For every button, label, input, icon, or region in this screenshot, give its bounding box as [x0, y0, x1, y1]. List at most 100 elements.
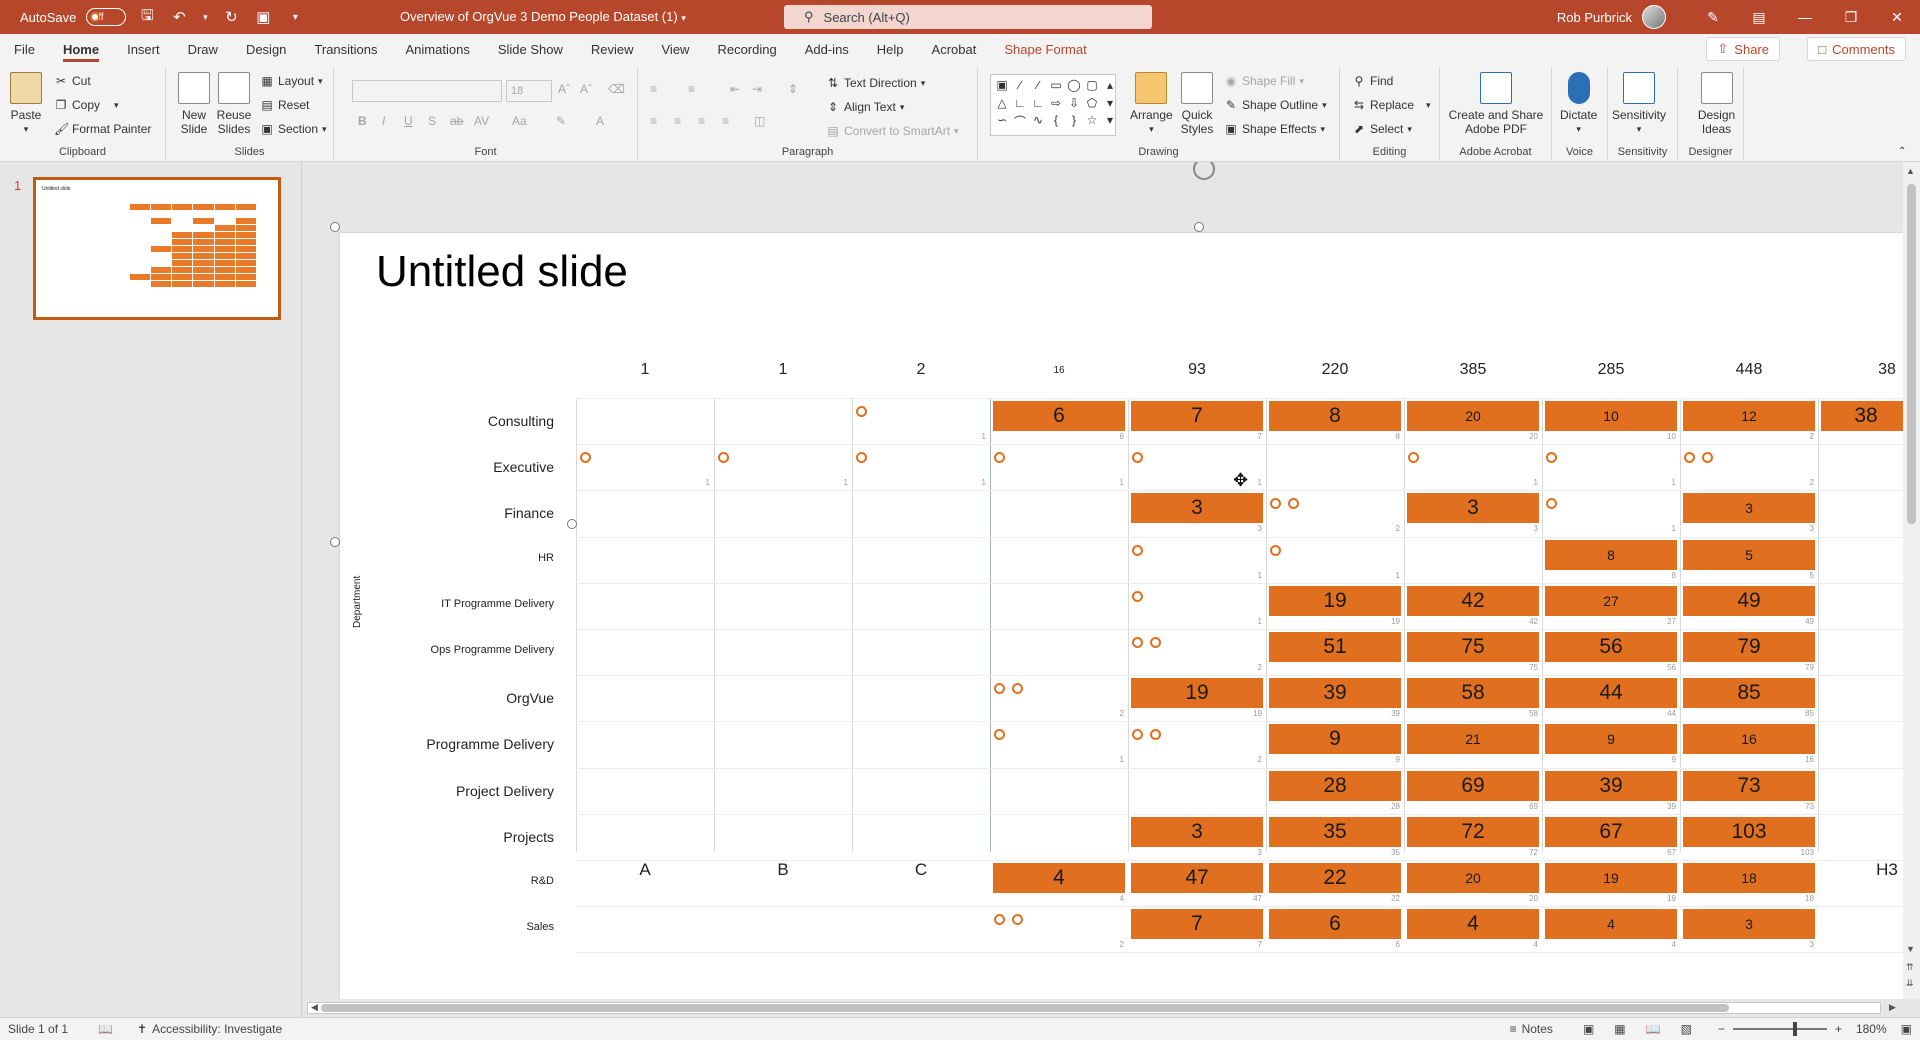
shape-effects-button[interactable]: ▣ Shape Effects ▾	[1224, 122, 1325, 136]
cell-dot[interactable]	[1132, 637, 1143, 648]
cell-bar[interactable]: 103	[1683, 816, 1815, 847]
tab-view[interactable]: View	[648, 34, 704, 64]
normal-view-icon[interactable]: ▣	[1583, 1022, 1594, 1036]
italic-icon[interactable]: I	[382, 114, 385, 128]
cell-bar[interactable]: 79	[1683, 632, 1815, 662]
cell-bar[interactable]: 12	[1683, 401, 1815, 431]
scroll-up-icon[interactable]: ▲	[1906, 166, 1915, 176]
cell-bar[interactable]: 39	[1269, 678, 1401, 709]
accessibility-button[interactable]: ✝ Accessibility: Investigate	[137, 1022, 282, 1036]
tab-insert[interactable]: Insert	[113, 34, 174, 64]
tab-help[interactable]: Help	[863, 34, 918, 64]
restore-icon[interactable]: ❐	[1828, 0, 1874, 34]
cell-bar[interactable]: 3	[1131, 816, 1263, 847]
scroll-left-icon[interactable]: ◀	[311, 1002, 318, 1013]
tab-animations[interactable]: Animations	[392, 34, 484, 64]
text-direction-button[interactable]: ⇅ Text Direction ▾	[826, 76, 925, 90]
zoom-level[interactable]: 180%	[1856, 1022, 1887, 1036]
numbering-icon[interactable]: ≡	[688, 82, 695, 96]
arc-shape-icon[interactable]: ⌒	[1012, 113, 1028, 132]
rectangle-shape-icon[interactable]: ▭	[1048, 78, 1064, 94]
highlight-icon[interactable]: ✎	[556, 114, 566, 128]
slide-thumbnail[interactable]: Untitled slide	[33, 177, 281, 320]
next-slide-icon[interactable]: ⇊	[1906, 978, 1914, 989]
pentagon-shape-icon[interactable]: ⬠	[1084, 96, 1100, 112]
create-share-pdf-button[interactable]: Create and Share Adobe PDF	[1448, 72, 1544, 136]
previous-slide-icon[interactable]: ⇈	[1906, 962, 1914, 973]
cell-dot[interactable]	[1132, 544, 1143, 556]
search-input[interactable]: ⚲ Search (Alt+Q)	[784, 5, 1152, 29]
shape-fill-button[interactable]: ◉ Shape Fill ▾	[1224, 74, 1304, 88]
curve-shape-icon[interactable]: ∽	[994, 113, 1010, 132]
slide-title[interactable]: Untitled slide	[376, 247, 628, 297]
resize-handle[interactable]	[567, 519, 577, 529]
document-title[interactable]: Overview of OrgVue 3 Demo People Dataset…	[400, 9, 686, 24]
slide-canvas[interactable]: Untitled slide Department 1A1B2C16D93E22…	[340, 233, 1903, 999]
cell-bar[interactable]: 4	[993, 863, 1125, 893]
cell-bar[interactable]: 5	[1683, 539, 1815, 570]
dictate-button[interactable]: Dictate ▾	[1560, 72, 1597, 136]
oval-shape-icon[interactable]: ◯	[1066, 78, 1082, 94]
cell-bar[interactable]: 72	[1407, 816, 1539, 847]
replace-button[interactable]: ⇆ Replace ▾	[1352, 98, 1431, 112]
cell-bar[interactable]: 19	[1131, 678, 1263, 709]
quick-styles-button[interactable]: Quick Styles	[1174, 72, 1220, 136]
notes-button[interactable]: ≡ Notes	[1510, 1022, 1553, 1036]
cell-dot[interactable]	[994, 914, 1005, 926]
star-shape-icon[interactable]: ☆	[1084, 113, 1100, 132]
cell-bar[interactable]: 3	[1131, 493, 1263, 524]
undo-dropdown-icon[interactable]: ▾	[200, 6, 210, 28]
close-icon[interactable]: ✕	[1874, 0, 1920, 34]
comments-button[interactable]: □ Comments	[1807, 37, 1906, 61]
find-button[interactable]: ⚲ Find	[1352, 74, 1394, 88]
bold-icon[interactable]: B	[358, 114, 367, 128]
cell-bar[interactable]: 9	[1269, 724, 1401, 755]
cell-bar[interactable]: 7	[1131, 401, 1263, 431]
cell-bar[interactable]: 10	[1545, 401, 1677, 431]
layout-button[interactable]: ▦ Layout ▾	[260, 74, 322, 88]
copy-button[interactable]: ❐ Copy ▾	[54, 98, 119, 112]
cell-bar[interactable]: 19	[1545, 863, 1677, 893]
spelling-icon[interactable]: 📖	[98, 1022, 113, 1036]
cell-bar[interactable]: 21	[1407, 724, 1539, 755]
fit-slide-icon[interactable]: ▣	[1901, 1022, 1912, 1036]
tab-draw[interactable]: Draw	[174, 34, 232, 64]
strikethrough-icon[interactable]: ab	[450, 114, 463, 128]
slideshow-view-icon[interactable]: ▧	[1681, 1022, 1692, 1036]
cell-bar[interactable]: 44	[1545, 678, 1677, 709]
cell-bar[interactable]: 69	[1407, 770, 1539, 801]
cell-bar[interactable]: 58	[1407, 678, 1539, 709]
cut-button[interactable]: ✂ Cut	[54, 74, 91, 88]
cell-bar[interactable]: 8	[1545, 539, 1677, 570]
underline-icon[interactable]: U	[404, 114, 413, 128]
bullets-icon[interactable]: ≡	[650, 82, 657, 96]
cell-bar[interactable]: 49	[1683, 585, 1815, 616]
brace-shape-icon[interactable]: }	[1066, 113, 1082, 132]
section-button[interactable]: ▣ Section ▾	[260, 122, 326, 136]
customize-qat-icon[interactable]: ▾	[284, 6, 306, 28]
clear-formatting-icon[interactable]: ⌫	[608, 82, 625, 96]
font-color-icon[interactable]: A	[596, 114, 604, 128]
cell-bar[interactable]: 3	[1683, 493, 1815, 524]
increase-indent-icon[interactable]: ⇥	[752, 82, 762, 96]
cell-bar[interactable]: 6	[1269, 909, 1401, 940]
zoom-out-icon[interactable]: −	[1718, 1022, 1725, 1036]
cell-bar[interactable]: 67	[1545, 816, 1677, 847]
cell-bar[interactable]: 75	[1407, 632, 1539, 662]
tab-transitions[interactable]: Transitions	[300, 34, 391, 64]
change-case-icon[interactable]: Aa	[512, 114, 527, 128]
connector-shape-icon[interactable]: ∟	[1012, 96, 1028, 112]
font-size-input[interactable]: 18	[506, 80, 552, 102]
paste-button[interactable]: Paste ▾	[10, 72, 42, 136]
cell-bar[interactable]: 20	[1407, 401, 1539, 431]
design-ideas-button[interactable]: Design Ideas	[1690, 72, 1743, 136]
align-left-icon[interactable]: ≡	[650, 114, 657, 128]
tab-add-ins[interactable]: Add-ins	[791, 34, 863, 64]
cell-bar[interactable]: 3	[1683, 909, 1815, 940]
align-center-icon[interactable]: ≡	[674, 114, 681, 128]
decrease-font-icon[interactable]: Aˇ	[580, 82, 592, 96]
convert-smartart-button[interactable]: ▤ Convert to SmartArt ▾	[826, 124, 958, 138]
resize-handle[interactable]	[1194, 222, 1204, 232]
scroll-down-icon[interactable]: ▼	[1906, 944, 1915, 954]
decrease-indent-icon[interactable]: ⇤	[730, 82, 740, 96]
